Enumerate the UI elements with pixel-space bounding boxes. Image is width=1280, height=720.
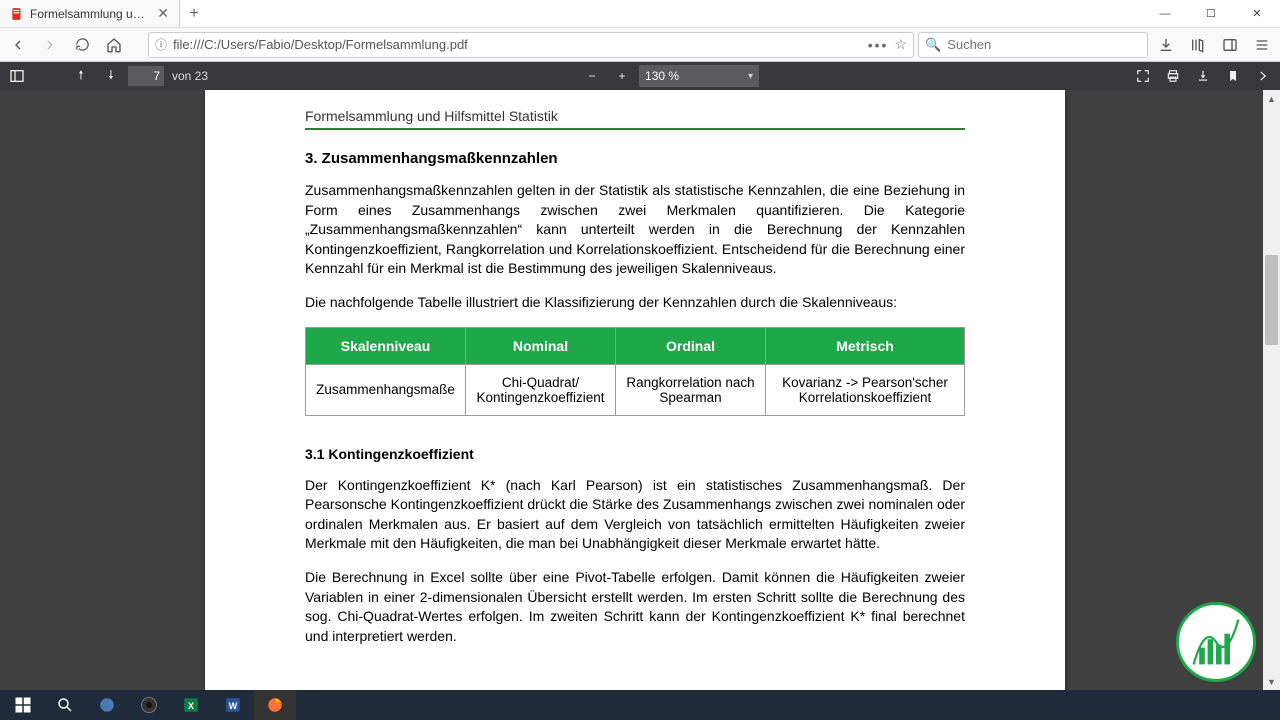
pdf-page-of: von 23 bbox=[172, 69, 208, 83]
vertical-scrollbar[interactable]: ▲ ▼ bbox=[1263, 90, 1280, 690]
window-minimize-button[interactable]: — bbox=[1142, 0, 1188, 27]
scrollbar-thumb[interactable] bbox=[1265, 255, 1278, 345]
pdf-bookmark[interactable] bbox=[1220, 64, 1246, 88]
search-taskbar-icon[interactable] bbox=[44, 690, 86, 720]
pdf-page-down[interactable]: 🠗 bbox=[98, 64, 124, 88]
pdf-print[interactable] bbox=[1160, 64, 1186, 88]
pdf-fullscreen[interactable] bbox=[1130, 64, 1156, 88]
pdf-sidebar-toggle[interactable] bbox=[4, 64, 30, 88]
table-header: Nominal bbox=[466, 327, 616, 364]
url-text: file:///C:/Users/Fabio/Desktop/Formelsam… bbox=[173, 37, 862, 52]
obs-icon[interactable] bbox=[128, 690, 170, 720]
window-close-button[interactable]: ✕ bbox=[1234, 0, 1280, 27]
app-icon[interactable] bbox=[86, 690, 128, 720]
paragraph: Die Berechnung in Excel sollte über eine… bbox=[305, 568, 965, 646]
info-icon: ⓘ bbox=[155, 36, 167, 53]
home-button[interactable] bbox=[100, 31, 128, 59]
search-icon: 🔍 bbox=[925, 37, 941, 53]
table-cell: Rangkorrelation nach Spearman bbox=[616, 364, 766, 415]
table-header: Metrisch bbox=[766, 327, 965, 364]
url-bar[interactable]: ⓘ file:///C:/Users/Fabio/Desktop/Formels… bbox=[148, 32, 914, 58]
pdf-viewport: Formelsammlung und Hilfsmittel Statistik… bbox=[0, 90, 1280, 690]
pdf-toolbar: 🠕 🠗 von 23 − + bbox=[0, 62, 1280, 90]
heading-3-1: 3.1 Kontingenzkoeffizient bbox=[305, 446, 965, 462]
tab-close-icon[interactable]: ✕ bbox=[157, 5, 169, 22]
table-cell: Chi-Quadrat/ Kontingenzkoeffizient bbox=[466, 364, 616, 415]
table-header: Skalenniveau bbox=[306, 327, 466, 364]
search-bar[interactable]: 🔍 bbox=[918, 32, 1148, 58]
table-header: Ordinal bbox=[616, 327, 766, 364]
windows-taskbar: X W bbox=[0, 690, 1280, 720]
browser-tab[interactable]: Formelsammlung und Hilfsmittel S ✕ bbox=[0, 0, 180, 27]
window-maximize-button[interactable]: ☐ bbox=[1188, 0, 1234, 27]
bookmark-star-icon[interactable]: ☆ bbox=[894, 36, 907, 53]
back-button[interactable] bbox=[4, 31, 32, 59]
classification-table: Skalenniveau Nominal Ordinal Metrisch Zu… bbox=[305, 327, 965, 416]
pdf-page-input[interactable] bbox=[128, 66, 164, 86]
pdf-favicon bbox=[10, 7, 24, 21]
menu-button[interactable] bbox=[1248, 31, 1276, 59]
tab-title: Formelsammlung und Hilfsmittel S bbox=[30, 7, 151, 21]
downloads-button[interactable] bbox=[1152, 31, 1180, 59]
table-row-label: Zusammenhangsmaße bbox=[306, 364, 466, 415]
paragraph: Zusammenhangsmaßkennzahlen gelten in der… bbox=[305, 181, 965, 279]
reload-button[interactable] bbox=[68, 31, 96, 59]
pdf-zoom-out[interactable]: − bbox=[579, 64, 605, 88]
browser-toolbar: ⓘ file:///C:/Users/Fabio/Desktop/Formels… bbox=[0, 28, 1280, 62]
table-cell: Kovarianz -> Pearson'scher Korrelationsk… bbox=[766, 364, 965, 415]
browser-titlebar: Formelsammlung und Hilfsmittel S ✕ + — ☐… bbox=[0, 0, 1280, 28]
paragraph: Die nachfolgende Tabelle illustriert die… bbox=[305, 293, 965, 313]
scroll-up-arrow[interactable]: ▲ bbox=[1263, 90, 1280, 107]
heading-3: 3. Zusammenhangsmaßkennzahlen bbox=[305, 150, 965, 167]
scroll-down-arrow[interactable]: ▼ bbox=[1263, 673, 1280, 690]
paragraph: Der Kontingenzkoeffizient K* (nach Karl … bbox=[305, 476, 965, 554]
library-button[interactable] bbox=[1184, 31, 1212, 59]
pdf-zoom-select[interactable] bbox=[639, 65, 759, 87]
svg-text:X: X bbox=[188, 701, 194, 711]
sidebar-button[interactable] bbox=[1216, 31, 1244, 59]
pdf-download[interactable] bbox=[1190, 64, 1216, 88]
pdf-zoom-in[interactable]: + bbox=[609, 64, 635, 88]
pdf-tools[interactable] bbox=[1250, 64, 1276, 88]
word-icon[interactable]: W bbox=[212, 690, 254, 720]
pdf-page-up[interactable]: 🠕 bbox=[68, 64, 94, 88]
running-head: Formelsammlung und Hilfsmittel Statistik bbox=[305, 108, 965, 130]
pdf-page: Formelsammlung und Hilfsmittel Statistik… bbox=[205, 90, 1065, 690]
firefox-icon[interactable] bbox=[254, 690, 296, 720]
new-tab-button[interactable]: + bbox=[180, 0, 208, 27]
svg-text:W: W bbox=[229, 701, 238, 711]
watermark-logo bbox=[1176, 602, 1256, 682]
search-input[interactable] bbox=[947, 37, 1141, 52]
start-button[interactable] bbox=[2, 690, 44, 720]
forward-button[interactable] bbox=[36, 31, 64, 59]
excel-icon[interactable]: X bbox=[170, 690, 212, 720]
page-actions-icon[interactable]: ••• bbox=[868, 37, 889, 53]
